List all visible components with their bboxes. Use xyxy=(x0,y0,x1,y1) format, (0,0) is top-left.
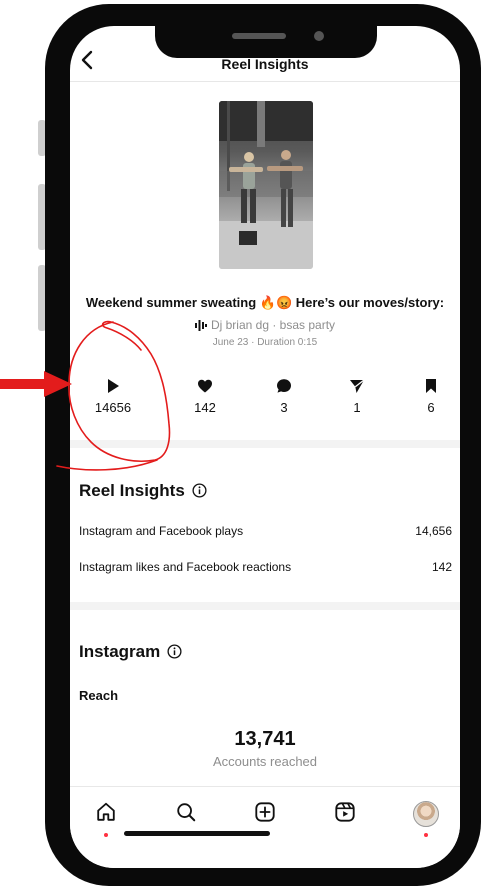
audio-waveform-icon xyxy=(194,320,207,331)
likes-count: 142 xyxy=(194,400,216,415)
comments-count: 3 xyxy=(280,400,288,415)
notification-dot xyxy=(104,833,108,837)
likes-row-value: 142 xyxy=(431,560,452,574)
likes-row-label: Instagram likes and Facebook reactions xyxy=(79,560,292,574)
reel-thumbnail-image xyxy=(219,101,313,269)
reach-title: Reach xyxy=(79,688,119,703)
audio-track-label: Dj brian dg · bsas party xyxy=(210,318,336,332)
instagram-title: Instagram xyxy=(79,642,161,661)
accounts-reached-label: Accounts reached xyxy=(212,754,318,769)
heart-icon xyxy=(198,379,212,393)
reel-caption: Weekend summer sweating 🔥😡 Here’s our mo… xyxy=(85,295,445,310)
plays-row-value: 14,656 xyxy=(415,524,452,538)
share-icon xyxy=(350,379,365,393)
stat-likes[interactable]: 142 xyxy=(170,378,240,415)
notification-dot xyxy=(424,833,428,837)
reels-icon xyxy=(335,802,355,822)
shares-count: 1 xyxy=(353,400,361,415)
nav-profile[interactable] xyxy=(406,801,446,841)
comment-icon xyxy=(277,379,291,393)
reel-insights-heading: Reel Insights xyxy=(79,481,207,501)
instagram-heading: Instagram xyxy=(79,642,182,662)
nav-home[interactable] xyxy=(86,801,126,841)
info-icon[interactable] xyxy=(192,483,207,498)
reel-thumbnail[interactable] xyxy=(219,101,313,269)
phone-notch xyxy=(155,26,377,58)
create-icon xyxy=(255,802,275,822)
section-divider xyxy=(70,602,460,610)
bookmark-icon xyxy=(426,379,436,393)
page-title: Reel Insights xyxy=(221,56,309,72)
notch-speaker xyxy=(232,33,286,39)
stat-shares[interactable]: 1 xyxy=(322,378,392,415)
notch-camera xyxy=(314,31,324,41)
profile-avatar xyxy=(413,801,439,827)
red-circle-annotation xyxy=(56,320,171,471)
plays-row-label: Instagram and Facebook plays xyxy=(79,524,244,538)
home-icon xyxy=(97,802,115,821)
nav-reels[interactable] xyxy=(325,801,365,841)
home-indicator[interactable] xyxy=(124,831,270,836)
header-divider xyxy=(70,81,460,82)
stat-saves[interactable]: 6 xyxy=(396,378,460,415)
search-icon xyxy=(177,803,196,822)
info-icon[interactable] xyxy=(167,644,182,659)
bottom-nav xyxy=(70,786,460,868)
stat-comments[interactable]: 3 xyxy=(249,378,319,415)
saves-count: 6 xyxy=(427,400,435,415)
accounts-reached-value: 13,741 xyxy=(234,728,296,750)
